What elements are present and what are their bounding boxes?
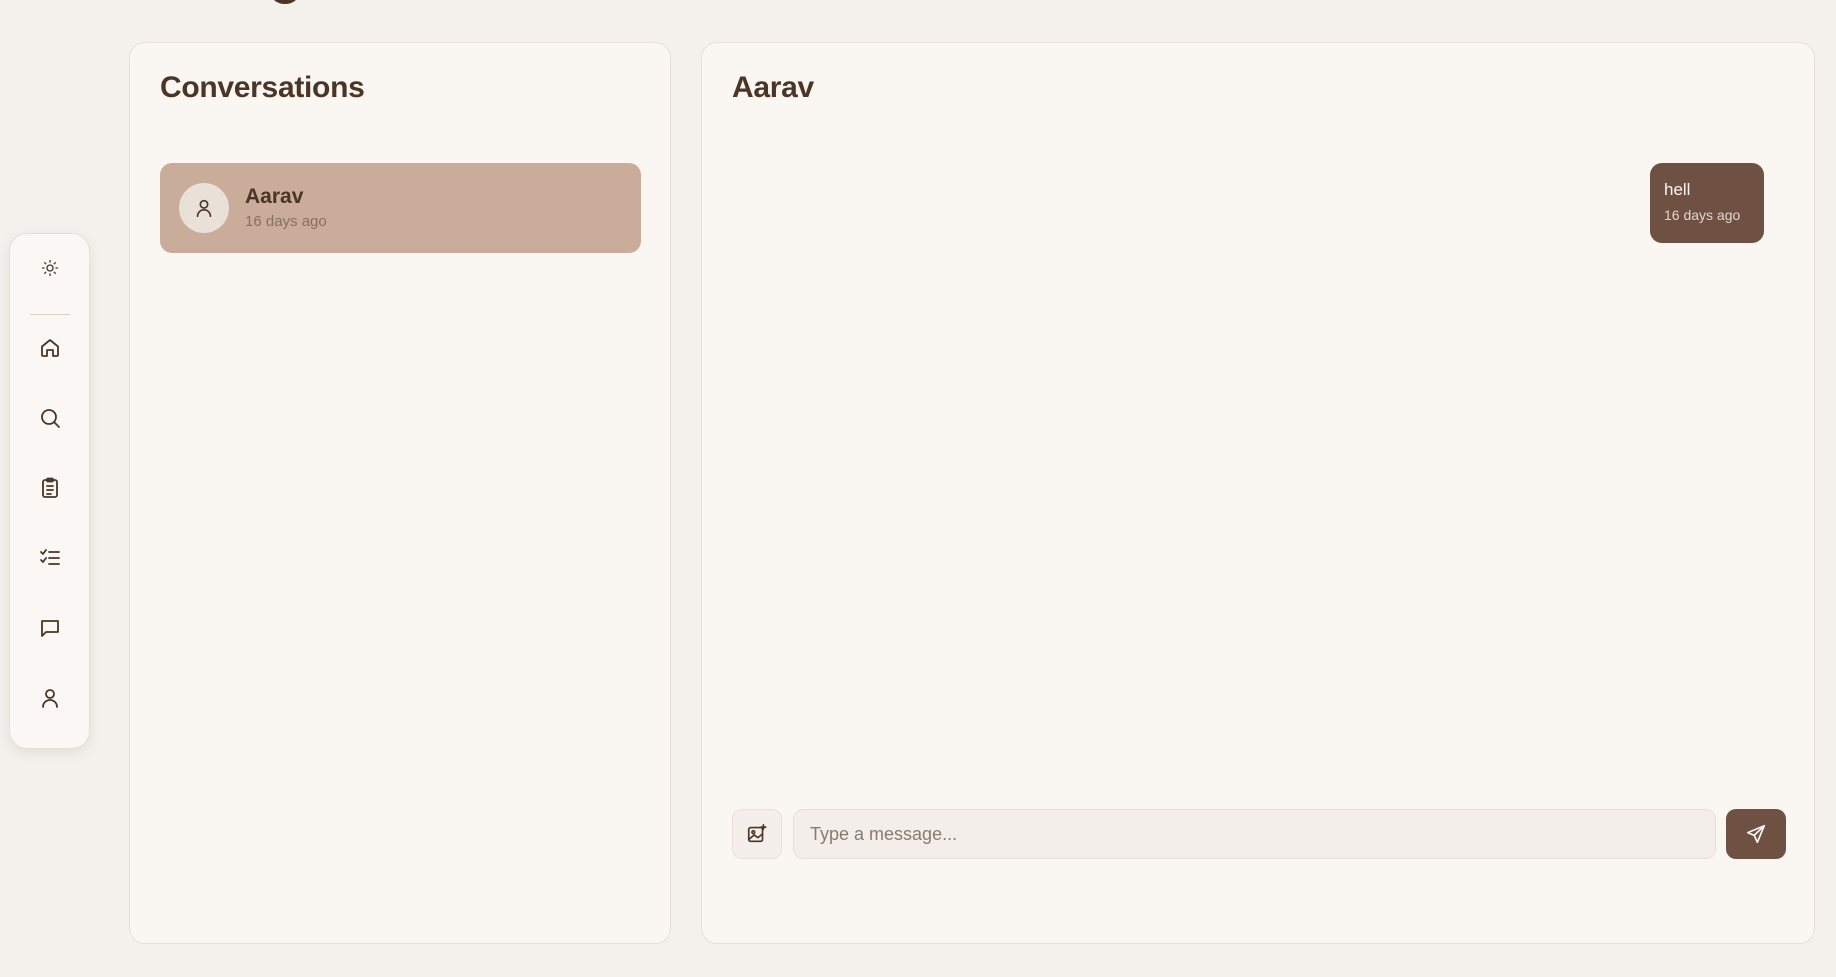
- home-icon: [41, 339, 59, 357]
- user-icon: [196, 199, 212, 218]
- conversation-name: Aarav: [245, 185, 304, 208]
- message-icon: [41, 620, 59, 637]
- conversation-time: 16 days ago: [245, 213, 327, 230]
- theme-toggle-button[interactable]: [30, 248, 70, 288]
- user-icon: [42, 689, 58, 708]
- sidebar-item-profile[interactable]: [30, 678, 70, 718]
- attach-image-button[interactable]: [732, 809, 782, 859]
- conversation-item[interactable]: Aarav 16 days ago: [160, 163, 641, 253]
- header-logo-fragment: [272, 0, 298, 4]
- sun-icon: [41, 259, 59, 277]
- clipboard-icon: [42, 477, 58, 498]
- message-input[interactable]: [793, 809, 1716, 859]
- search-icon: [41, 409, 60, 428]
- sidebar-item-messages[interactable]: [30, 608, 70, 648]
- message-bubble-outgoing: hell 16 days ago: [1650, 163, 1764, 243]
- sidebar-nav: [9, 233, 90, 749]
- message-text: hell: [1664, 180, 1691, 199]
- chat-title: Aarav: [732, 71, 814, 104]
- sidebar-divider: [30, 314, 70, 315]
- send-button[interactable]: [1726, 809, 1786, 859]
- sidebar-item-tasks[interactable]: [30, 538, 70, 578]
- conversations-panel: Conversations Aarav 16 days ago: [129, 42, 671, 944]
- sidebar-item-home[interactable]: [30, 328, 70, 368]
- sidebar-item-search[interactable]: [30, 398, 70, 438]
- avatar: [179, 183, 229, 233]
- checklist-icon: [40, 549, 60, 565]
- image-plus-icon: [747, 824, 767, 843]
- sidebar-item-clipboard[interactable]: [30, 468, 70, 508]
- message-time: 16 days ago: [1664, 207, 1741, 223]
- chat-panel: Aarav hell 16 days ago: [701, 42, 1815, 944]
- conversations-title: Conversations: [160, 71, 365, 104]
- send-icon: [1746, 824, 1766, 844]
